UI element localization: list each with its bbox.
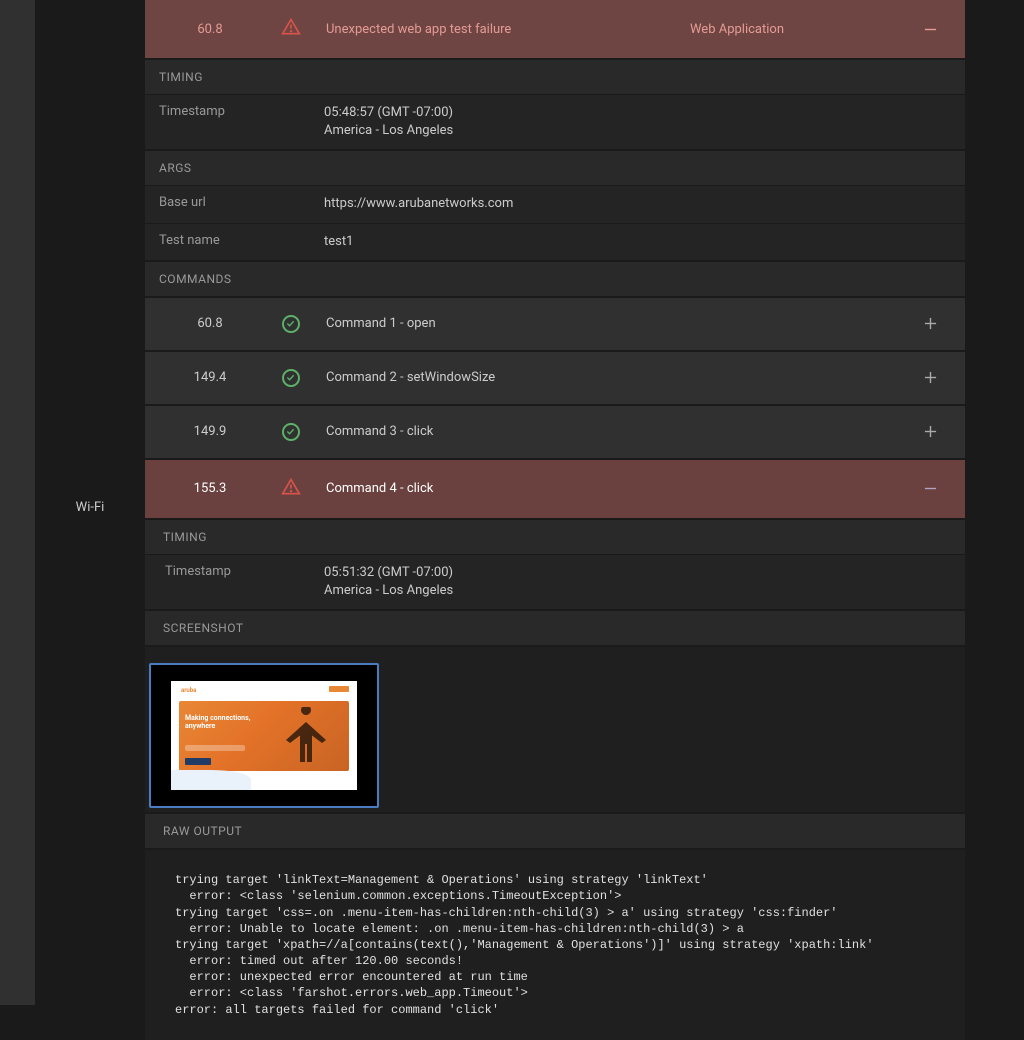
command-row-3[interactable]: 149.9 Command 3 - click <box>145 406 965 458</box>
app-sidebar <box>0 0 35 1005</box>
thumb-headline: Making connections, anywhere <box>185 715 250 730</box>
timestamp-key: Timestamp <box>159 564 324 600</box>
failure-time: 60.8 <box>165 22 255 37</box>
testname-key: Test name <box>159 233 324 251</box>
timestamp-value: 05:51:32 (GMT -07:00) America - Los Ange… <box>324 564 951 600</box>
category-gutter: Wi-Fi <box>35 0 145 1005</box>
failure-header-row[interactable]: 60.8 Unexpected web app test failure Web… <box>145 0 965 58</box>
timestamp-key: Timestamp <box>159 104 324 140</box>
command-time: 149.4 <box>165 370 255 385</box>
command-label: Command 4 - click <box>326 481 907 496</box>
command-row-2[interactable]: 149.4 Command 2 - setWindowSize <box>145 352 965 404</box>
testname-row: Test name test1 <box>145 224 965 260</box>
collapse-icon[interactable] <box>915 23 945 36</box>
raw-output-header: RAW OUTPUT <box>145 814 965 848</box>
timing-section-header: TIMING <box>145 60 965 94</box>
testname-value: test1 <box>324 233 951 251</box>
command-time: 149.9 <box>165 424 255 439</box>
command-label: Command 1 - open <box>326 316 907 331</box>
main-panel: 60.8 Unexpected web app test failure Web… <box>145 0 981 1005</box>
command-time: 60.8 <box>165 316 255 331</box>
failure-message: Unexpected web app test failure <box>326 22 559 37</box>
check-icon <box>263 315 318 333</box>
raw-output-text: trying target 'linkText=Management & Ope… <box>175 872 951 1018</box>
baseurl-value: https://www.arubanetworks.com <box>324 195 951 213</box>
person-silhouette-icon <box>283 707 329 767</box>
screenshot-thumbnail[interactable]: aruba Making connections, anywhere <box>149 663 379 808</box>
cmd4-timing-header: TIMING <box>145 520 965 554</box>
command-label: Command 3 - click <box>326 424 907 439</box>
raw-output-block: trying target 'linkText=Management & Ope… <box>145 850 965 1040</box>
baseurl-key: Base url <box>159 195 324 213</box>
collapse-icon[interactable] <box>915 482 945 495</box>
thumb-nav-button <box>329 686 349 692</box>
right-gutter <box>981 0 1024 1005</box>
thumb-brand: aruba <box>181 687 196 694</box>
failure-category: Web Application <box>567 22 907 37</box>
commands-section-header: COMMANDS <box>145 262 965 296</box>
command-label: Command 2 - setWindowSize <box>326 370 907 385</box>
screenshot-header: SCREENSHOT <box>145 611 965 645</box>
check-icon <box>263 423 318 441</box>
timestamp-row: Timestamp 05:48:57 (GMT -07:00) America … <box>145 95 965 149</box>
screenshot-panel: aruba Making connections, anywhere <box>145 647 965 812</box>
cmd4-timestamp-row: Timestamp 05:51:32 (GMT -07:00) America … <box>145 555 965 609</box>
check-icon <box>263 369 318 387</box>
warning-icon <box>263 477 318 501</box>
command-time: 155.3 <box>165 481 255 496</box>
timestamp-value: 05:48:57 (GMT -07:00) America - Los Ange… <box>324 104 951 140</box>
command-row-4[interactable]: 155.3 Command 4 - click <box>145 460 965 518</box>
expand-icon[interactable] <box>915 371 945 384</box>
args-section-header: ARGS <box>145 151 965 185</box>
expand-icon[interactable] <box>915 317 945 330</box>
warning-icon <box>263 17 318 41</box>
baseurl-row: Base url https://www.arubanetworks.com <box>145 186 965 222</box>
category-label: Wi-Fi <box>76 500 105 515</box>
expand-icon[interactable] <box>915 425 945 438</box>
command-row-1[interactable]: 60.8 Command 1 - open <box>145 298 965 350</box>
